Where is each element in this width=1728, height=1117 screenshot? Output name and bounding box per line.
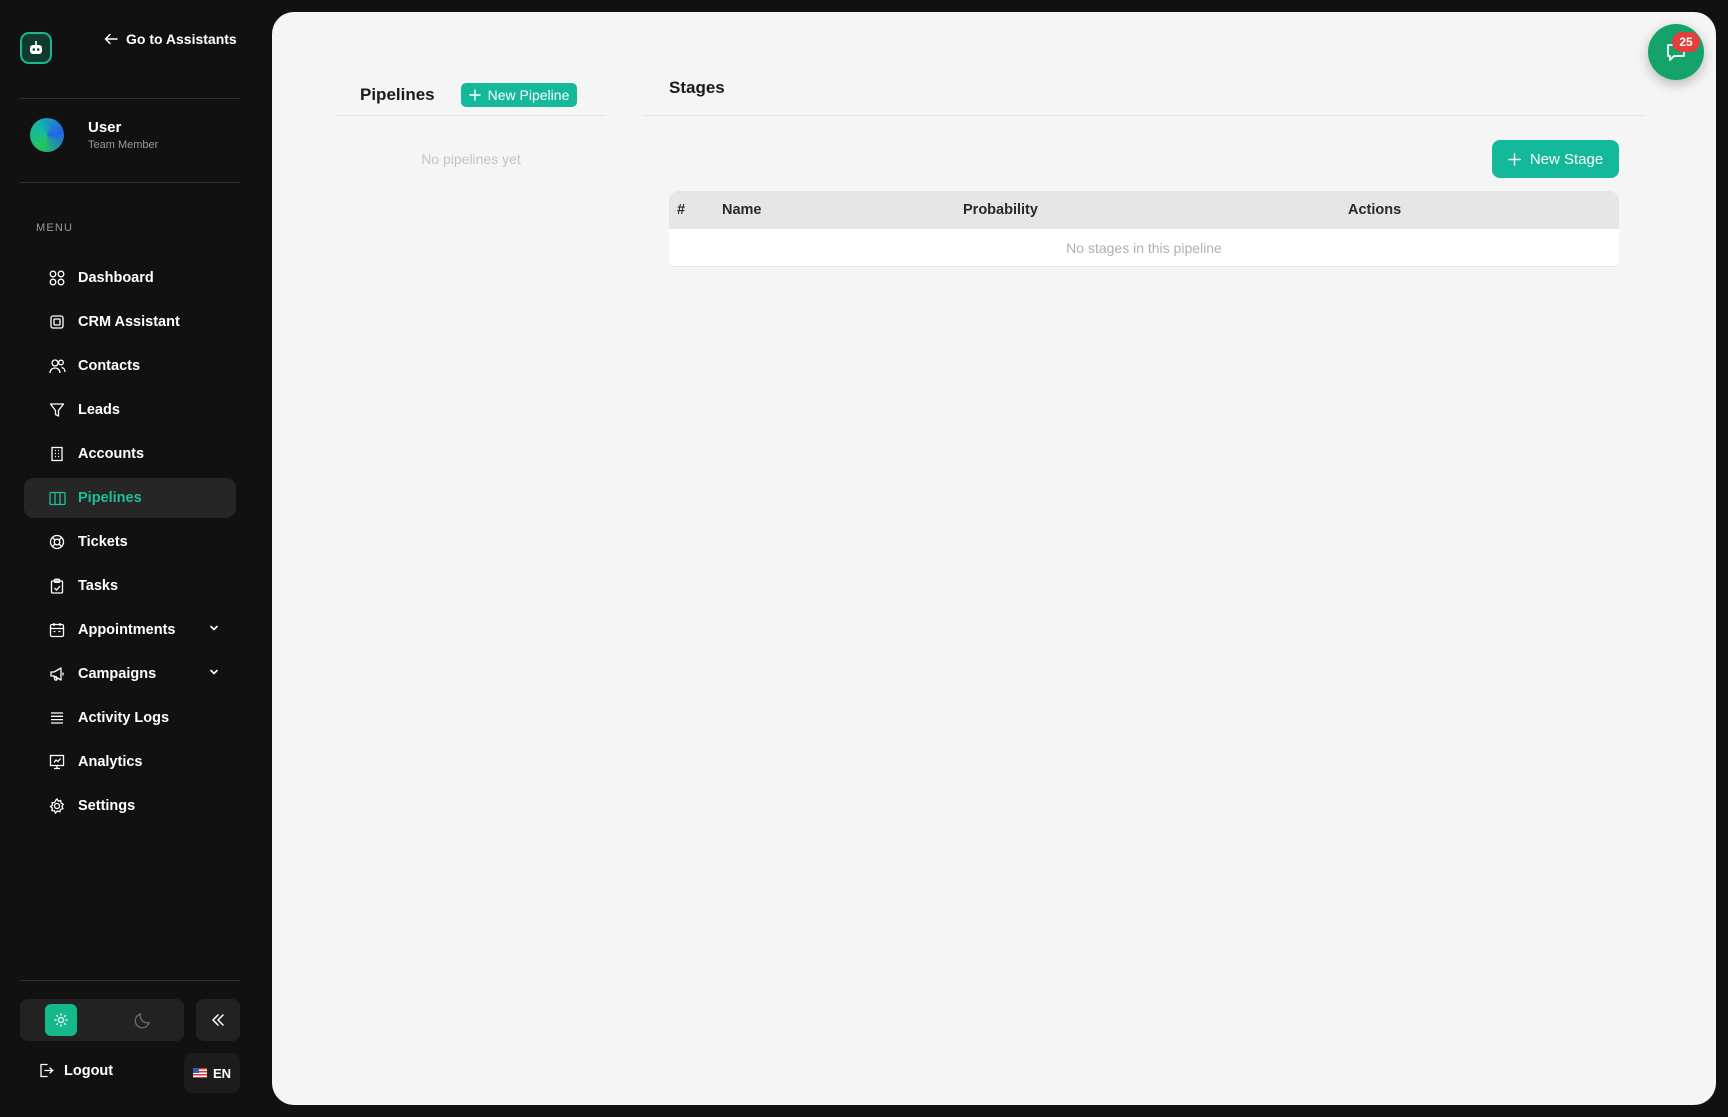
sidebar-divider bbox=[20, 182, 240, 183]
app-logo[interactable] bbox=[20, 32, 52, 64]
column-header-probability[interactable]: Probability bbox=[963, 202, 1038, 218]
sidebar-item-appointments[interactable]: Appointments bbox=[24, 610, 236, 650]
sidebar-item-label: Pipelines bbox=[78, 490, 142, 506]
column-header-actions[interactable]: Actions bbox=[1348, 202, 1401, 218]
chevron-down-icon[interactable] bbox=[208, 666, 220, 682]
us-flag-icon bbox=[192, 1068, 207, 1078]
sidebar-item-label: Accounts bbox=[78, 446, 145, 462]
main-panel: Pipelines New Pipeline No pipelines yet … bbox=[272, 12, 1716, 1105]
sun-icon bbox=[54, 1013, 68, 1027]
sidebar-item-settings[interactable]: Settings bbox=[24, 786, 236, 826]
dark-theme-button[interactable] bbox=[102, 999, 184, 1041]
sidebar-item-dashboard[interactable]: Dashboard bbox=[24, 258, 236, 298]
sidebar-item-analytics[interactable]: Analytics bbox=[24, 742, 236, 782]
sidebar-item-label: Leads bbox=[78, 402, 120, 418]
column-header-name[interactable]: Name bbox=[722, 202, 762, 218]
menu-section-label: MENU bbox=[36, 222, 74, 234]
users-icon bbox=[48, 357, 66, 375]
stages-divider bbox=[644, 115, 1644, 116]
column-header-number[interactable]: # bbox=[677, 202, 685, 218]
collapse-sidebar-button[interactable] bbox=[196, 999, 240, 1041]
chevrons-left-icon bbox=[212, 1014, 224, 1026]
pipelines-divider bbox=[336, 115, 606, 116]
arrow-left-icon bbox=[104, 33, 118, 45]
table-header: # Name Probability Actions bbox=[669, 191, 1619, 229]
language-selector[interactable]: EN bbox=[184, 1053, 240, 1093]
sidebar-item-tasks[interactable]: Tasks bbox=[24, 566, 236, 606]
columns-icon bbox=[48, 489, 66, 507]
plus-icon bbox=[468, 89, 481, 101]
light-theme-button[interactable] bbox=[20, 999, 102, 1041]
sidebar-item-campaigns[interactable]: Campaigns bbox=[24, 654, 236, 694]
sidebar-divider bbox=[20, 980, 240, 981]
stages-title: Stages bbox=[669, 78, 725, 97]
new-pipeline-label: New Pipeline bbox=[487, 87, 570, 103]
cpu-icon bbox=[48, 313, 66, 331]
pipelines-title: Pipelines bbox=[360, 85, 435, 104]
sidebar-item-crm-assistant[interactable]: CRM Assistant bbox=[24, 302, 236, 342]
logout-label: Logout bbox=[64, 1062, 114, 1079]
go-to-assistants-link[interactable]: Go to Assistants bbox=[104, 28, 237, 50]
sidebar-item-label: Analytics bbox=[78, 754, 143, 770]
sidebar-item-leads[interactable]: Leads bbox=[24, 390, 236, 430]
grid-icon bbox=[48, 269, 66, 287]
filter-icon bbox=[48, 401, 66, 419]
sidebar-item-activity-logs[interactable]: Activity Logs bbox=[24, 698, 236, 738]
avatar bbox=[30, 118, 64, 152]
sidebar-item-label: Tasks bbox=[78, 578, 119, 594]
logout-icon bbox=[40, 1063, 54, 1078]
sidebar-item-pipelines[interactable]: Pipelines bbox=[24, 478, 236, 518]
calendar-icon bbox=[48, 621, 66, 639]
robot-icon bbox=[30, 41, 42, 54]
sidebar-item-accounts[interactable]: Accounts bbox=[24, 434, 236, 474]
new-stage-button[interactable]: New Stage bbox=[1492, 140, 1619, 178]
megaphone-icon bbox=[48, 665, 66, 683]
user-role: Team Member bbox=[88, 139, 159, 151]
sidebar-item-label: Activity Logs bbox=[78, 710, 170, 726]
plus-icon bbox=[1508, 152, 1521, 166]
chat-button[interactable]: 25 bbox=[1648, 24, 1704, 80]
logout-button[interactable]: Logout bbox=[38, 1062, 113, 1079]
chevron-down-icon[interactable] bbox=[208, 622, 220, 638]
stages-empty-state: No stages in this pipeline bbox=[669, 229, 1619, 267]
sidebar-item-label: Dashboard bbox=[78, 270, 154, 286]
user-profile[interactable]: User Team Member bbox=[30, 118, 158, 152]
sidebar-item-tickets[interactable]: Tickets bbox=[24, 522, 236, 562]
sidebar-item-label: Tickets bbox=[78, 534, 128, 550]
presentation-icon bbox=[48, 753, 66, 771]
new-stage-label: New Stage bbox=[1529, 150, 1604, 168]
gear-icon bbox=[48, 797, 66, 815]
sidebar-item-label: CRM Assistant bbox=[78, 314, 180, 330]
new-pipeline-button[interactable]: New Pipeline bbox=[460, 83, 578, 107]
sidebar-item-label: Contacts bbox=[78, 358, 141, 374]
language-label: EN bbox=[212, 1065, 232, 1081]
notification-badge: 25 bbox=[1672, 32, 1700, 52]
sidebar-item-contacts[interactable]: Contacts bbox=[24, 346, 236, 386]
lifebuoy-icon bbox=[48, 533, 66, 551]
sidebar-divider bbox=[20, 98, 240, 99]
list-icon bbox=[48, 709, 66, 727]
sidebar-menu: Dashboard CRM Assistant Contacts Leads A… bbox=[24, 258, 236, 830]
sidebar-item-label: Settings bbox=[78, 798, 136, 814]
building-icon bbox=[48, 445, 66, 463]
go-to-assistants-label: Go to Assistants bbox=[126, 31, 237, 47]
pipelines-header: Pipelines New Pipeline bbox=[336, 75, 606, 115]
stages-table: # Name Probability Actions No stages in … bbox=[669, 191, 1619, 267]
theme-switch bbox=[20, 999, 184, 1041]
clipboard-icon bbox=[48, 577, 66, 595]
sidebar-item-label: Campaigns bbox=[78, 666, 157, 682]
sidebar-item-label: Appointments bbox=[78, 622, 176, 638]
user-name: User bbox=[88, 119, 122, 136]
pipelines-empty-state: No pipelines yet bbox=[421, 151, 521, 167]
moon-icon bbox=[134, 1013, 150, 1029]
sidebar: Go to Assistants User Team Member MENU D… bbox=[0, 0, 272, 1117]
